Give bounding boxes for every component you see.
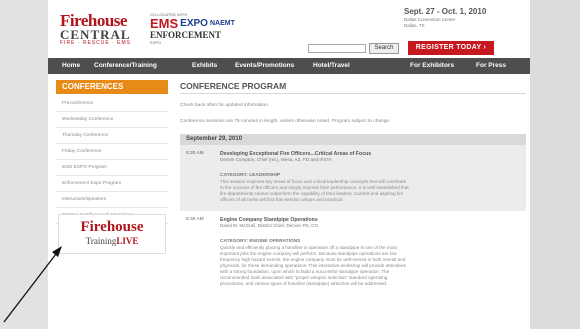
day-heading: September 29, 2010 — [180, 134, 526, 145]
search-input[interactable] — [308, 44, 366, 53]
naemt-logo-text: NAEMT — [209, 20, 235, 27]
training-live-logo-subline: TrainingLIVE — [59, 236, 165, 246]
session-speaker: Dennis Compton, Chief (ret.), Mesa, AZ, … — [220, 157, 332, 162]
site-header: Firehouse CENTRAL FIRE · RESCUE · EMS CO… — [48, 0, 530, 56]
search-button[interactable]: Search — [369, 43, 399, 54]
register-today-button[interactable]: REGISTER TODAY › — [408, 41, 494, 55]
nav-exhibits[interactable]: Exhibits — [192, 58, 217, 74]
event-city: Dallas, TX — [404, 23, 425, 28]
session-time: 8:30 AM — [186, 151, 204, 156]
nav-home[interactable]: Home — [62, 58, 80, 74]
page-title: CONFERENCE PROGRAM — [180, 80, 526, 94]
sidebar-item-wednesday[interactable]: Wednesday Conference — [56, 112, 168, 128]
sidebar-item-thursday[interactable]: Thursday Conference — [56, 128, 168, 144]
session-item: 8:30 AM Engine Company Standpipe Operati… — [180, 211, 526, 295]
sidebar-item-ems-expo[interactable]: EMS EXPO Program — [56, 160, 168, 176]
nav-conference-training[interactable]: Conference/Training — [94, 58, 157, 74]
training-live-logo-live: LIVE — [116, 236, 139, 246]
nav-for-press[interactable]: For Press — [476, 58, 506, 74]
session-item: 8:30 AM Developing Exceptional Fire Offi… — [180, 145, 526, 211]
enforcement-logo-sub: EXPO — [150, 40, 162, 45]
session-time: 8:30 AM — [186, 217, 204, 222]
left-background — [0, 0, 48, 329]
nav-hotel-travel[interactable]: Hotel/Travel — [313, 58, 350, 74]
firehouse-central-logo[interactable]: Firehouse CENTRAL FIRE · RESCUE · EMS — [60, 12, 136, 46]
session-description-line: procedures, and various types of hoselin… — [220, 281, 388, 286]
nav-for-exhibitors[interactable]: For Exhibitors — [410, 58, 454, 74]
expo-logo-text: EXPO — [180, 17, 208, 29]
nav-events-promotions[interactable]: Events/Promotions — [235, 58, 294, 74]
sidebar-item-enforcement-expo[interactable]: Enforcement Expo Program — [56, 176, 168, 192]
logo-tagline: FIRE · RESCUE · EMS — [60, 40, 131, 46]
main-content: CONFERENCE PROGRAM Check back often for … — [180, 80, 526, 329]
ems-expo-logo[interactable]: CO-LOCATED WITH EMS EXPO NAEMT ENFORCEME… — [150, 12, 246, 46]
logo-central-text: CENTRAL — [60, 27, 131, 42]
training-live-logo-training: Training — [85, 236, 117, 246]
sidebar-item-instructors[interactable]: Instructors/Speakers — [56, 192, 168, 208]
sidebar-menu: Preconference Wednesday Conference Thurs… — [56, 96, 168, 224]
enforcement-logo-text: ENFORCEMENT — [150, 30, 222, 40]
event-date: Sept. 27 - Oct. 1, 2010 — [404, 7, 487, 16]
right-background — [530, 0, 580, 329]
session-note: Conference sessions are 75 minutes in le… — [180, 119, 391, 124]
sidebar-item-friday[interactable]: Friday Conference — [56, 144, 168, 160]
training-live-logo-firehouse: Firehouse — [80, 219, 144, 235]
event-info: Sept. 27 - Oct. 1, 2010 Dallas Conventio… — [404, 7, 524, 29]
sidebar-item-preconference[interactable]: Preconference — [56, 96, 168, 112]
webpage: Firehouse CENTRAL FIRE · RESCUE · EMS CO… — [48, 0, 530, 329]
main-navigation: Home Conference/Training Exhibits Events… — [48, 58, 530, 74]
session-speaker: David M. McGrail, District Chief, Denver… — [220, 223, 319, 228]
ems-logo-text: EMS — [150, 16, 179, 31]
session-description-line: officers of all ranks will find this ses… — [220, 197, 344, 202]
firehouse-training-live-logo[interactable]: Firehouse TrainingLIVE — [58, 214, 166, 254]
sidebar-heading: CONFERENCES — [56, 80, 168, 94]
intro-text: Check back often for updated information… — [180, 103, 270, 108]
